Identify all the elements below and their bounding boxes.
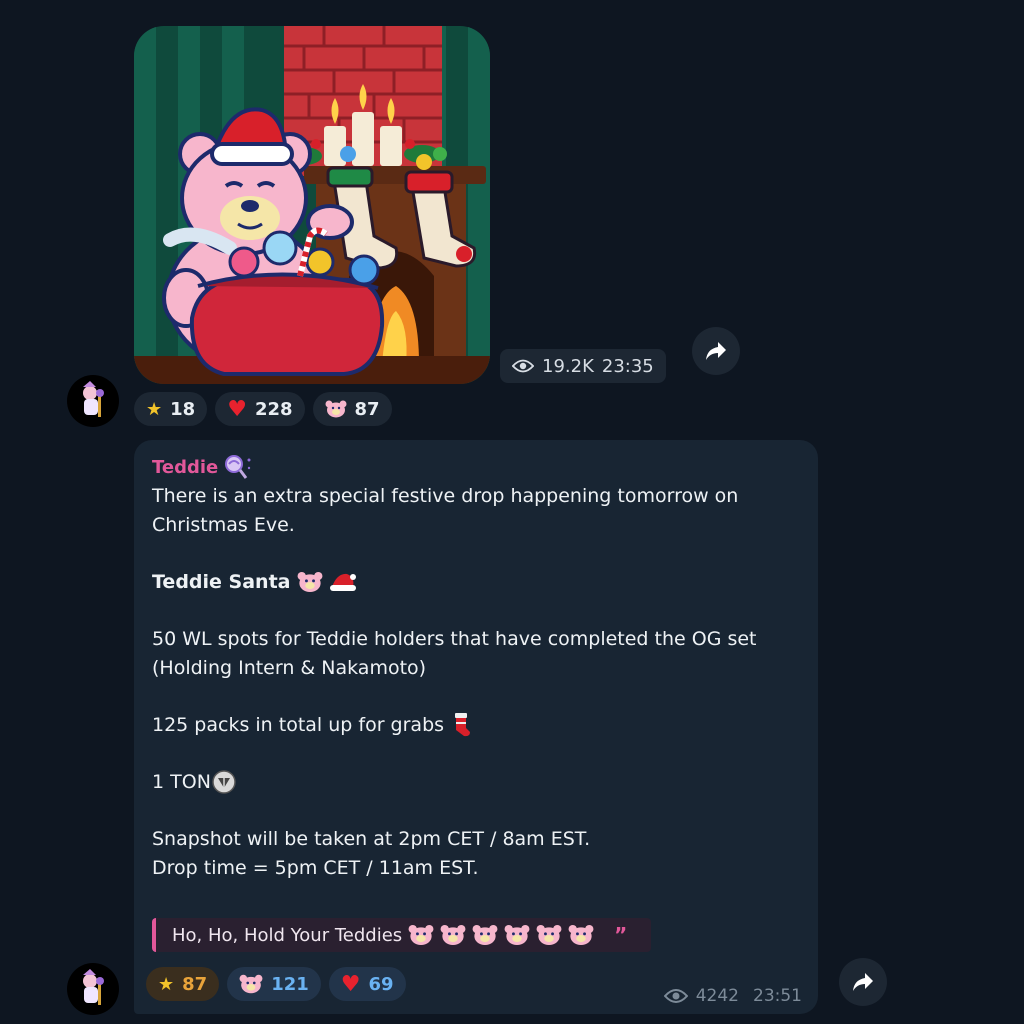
teddie-avatar-icon (83, 381, 104, 417)
star-icon: ★ (146, 398, 163, 420)
share-arrow-icon (706, 342, 726, 360)
post-time: 23:35 (601, 355, 654, 377)
text-line: There is an extra special festive drop h… (152, 485, 739, 507)
christmas-stocking-icon (455, 713, 471, 737)
packs-line: 125 packs in total up for grabs (152, 711, 792, 740)
text-line: 50 WL spots for Teddie holders that have… (152, 627, 757, 650)
teddy-bear-icon (325, 400, 347, 418)
santa-hat-icon (329, 574, 356, 592)
sender-name[interactable]: Teddie (152, 454, 252, 480)
quote-block[interactable]: Ho, Ho, Hold Your Teddies ” (152, 918, 652, 952)
price-line: 1 TON (152, 768, 792, 797)
reaction-heart[interactable]: ♥ 228 (215, 392, 305, 426)
eye-icon (512, 359, 534, 373)
share-arrow-icon (853, 973, 873, 991)
reaction-star[interactable]: ★ 87 (146, 967, 220, 1001)
drop-title: Teddie Santa (152, 570, 291, 593)
text-line: Drop time = 5pm CET / 11am EST. (152, 856, 479, 879)
reaction-teddy[interactable]: 87 (312, 392, 392, 426)
lollipop-icon (225, 455, 251, 479)
forward-button[interactable] (839, 958, 887, 1006)
view-count: 4242 (695, 986, 739, 1006)
message-text: There is an extra special festive drop h… (152, 482, 792, 882)
post1-reactions: ★ 18 ♥ 228 87 (134, 392, 392, 426)
heart-icon: ♥ (340, 971, 361, 997)
quote-mark-icon: ” (614, 923, 628, 947)
view-count: 19.2K (542, 355, 594, 377)
channel-avatar[interactable] (67, 375, 119, 427)
heart-icon: ♥ (227, 396, 247, 422)
teddy-bear-icon (440, 924, 466, 946)
teddy-bear-icon (536, 924, 562, 946)
drop-title-line: Teddie Santa (152, 568, 792, 597)
teddy-bear-icon (472, 924, 498, 946)
forward-button[interactable] (692, 327, 740, 375)
teddy-bear-icon (408, 924, 434, 946)
reaction-heart[interactable]: ♥ 69 (328, 967, 406, 1001)
teddy-bear-icon (504, 924, 530, 946)
teddie-santa-sticker[interactable] (134, 26, 490, 384)
eye-icon (663, 989, 688, 1003)
channel-avatar[interactable] (67, 963, 119, 1015)
post2-reactions: ★ 87 121 ♥ 69 (146, 967, 406, 1001)
reaction-star[interactable]: ★ 18 (134, 392, 208, 426)
text-line: Christmas Eve. (152, 513, 295, 536)
reaction-teddy[interactable]: 121 (227, 967, 321, 1001)
teddy-bear-icon (297, 572, 322, 593)
text-line: Snapshot will be taken at 2pm CET / 8am … (152, 828, 591, 851)
ton-coin-icon (212, 770, 236, 795)
teddy-bear-icon (239, 974, 263, 994)
quote-text: Ho, Ho, Hold Your Teddies (172, 924, 403, 946)
text-line: (Holding Intern & Nakamoto) (152, 656, 427, 679)
teddie-avatar-icon (83, 969, 104, 1005)
message-bubble: Teddie There is an extra special festive… (134, 440, 818, 1014)
post-meta: 4242 23:51 (663, 986, 802, 1006)
star-icon: ★ (158, 973, 175, 995)
post-meta: 19.2K 23:35 (500, 349, 666, 383)
post-time: 23:51 (753, 986, 802, 1006)
teddy-bear-icon (568, 924, 594, 946)
